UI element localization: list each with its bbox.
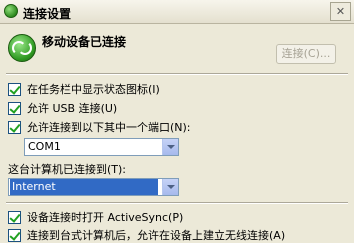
allow-usb-label: 允许 USB 连接(U) — [27, 102, 118, 115]
connection-select[interactable]: Internet — [8, 178, 179, 196]
port-select-value: COM1 — [28, 140, 61, 153]
close-button[interactable]: ✕ — [330, 2, 351, 21]
title-bar: 连接设置 ✕ — [0, 0, 354, 24]
connection-status: 移动设备已连接 — [42, 35, 127, 49]
allow-port-label: 允许连接到以下其中一个端口(N): — [27, 121, 191, 134]
show-status-icon-option[interactable]: 在任务栏中显示状态图标(I) — [8, 82, 160, 96]
show-status-icon-checkbox[interactable] — [8, 82, 21, 96]
connection-label: 这台计算机已连接到(T): — [8, 163, 127, 176]
connection-select-value: Internet — [10, 179, 158, 195]
divider — [6, 202, 348, 204]
allow-usb-option[interactable]: 允许 USB 连接(U) — [8, 101, 117, 115]
chevron-down-icon[interactable] — [162, 139, 178, 155]
open-activesync-option[interactable]: 设备连接时打开 ActiveSync(P) — [8, 210, 183, 224]
wireless-desktop-checkbox[interactable] — [8, 228, 21, 242]
connected-sync-icon — [8, 34, 36, 62]
allow-usb-checkbox[interactable] — [8, 101, 21, 115]
connect-button[interactable]: 连接(C)... — [276, 44, 336, 64]
chevron-down-icon[interactable] — [162, 179, 178, 195]
port-select[interactable]: COM1 — [24, 138, 179, 156]
allow-port-checkbox[interactable] — [8, 120, 21, 134]
sync-icon — [4, 4, 18, 18]
divider — [6, 73, 348, 75]
show-status-icon-label: 在任务栏中显示状态图标(I) — [27, 83, 160, 96]
window-title: 连接设置 — [23, 7, 72, 21]
open-activesync-checkbox[interactable] — [8, 210, 21, 224]
open-activesync-label: 设备连接时打开 ActiveSync(P) — [27, 211, 184, 224]
wireless-desktop-label: 连接到台式计算机后，允许在设备上建立无线连接(A) — [27, 229, 286, 242]
allow-port-option[interactable]: 允许连接到以下其中一个端口(N): — [8, 120, 191, 134]
wireless-desktop-option[interactable]: 连接到台式计算机后，允许在设备上建立无线连接(A) — [8, 228, 285, 242]
